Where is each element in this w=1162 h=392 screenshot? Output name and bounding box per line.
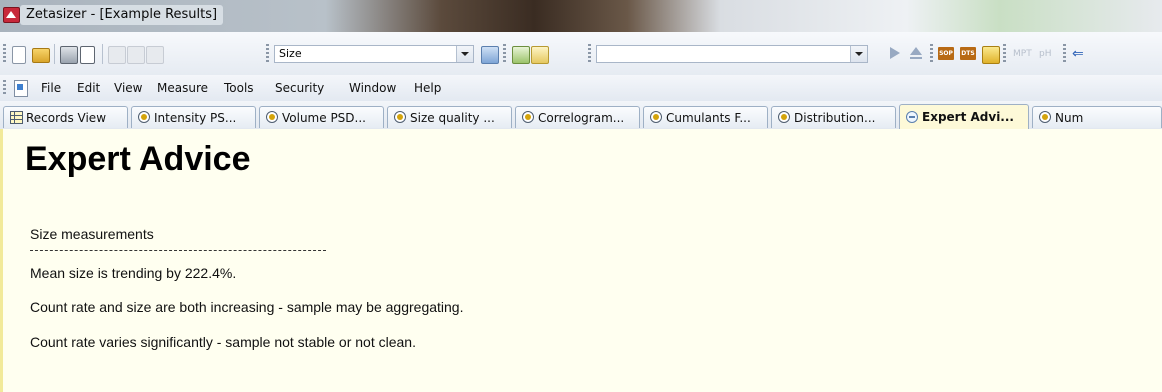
sop-run-icon[interactable] — [512, 46, 530, 64]
divider — [30, 250, 326, 251]
toolbar-grip[interactable] — [3, 44, 6, 62]
tab-label: Volume PSD... — [282, 111, 366, 125]
menu-file[interactable]: File — [41, 79, 61, 97]
tab-volume-psd[interactable]: Volume PSD... — [259, 106, 384, 128]
report-icon — [1039, 111, 1051, 123]
report-icon — [650, 111, 662, 123]
tab-intensity-psd[interactable]: Intensity PS... — [131, 106, 256, 128]
report-icon — [778, 111, 790, 123]
back-arrow-icon[interactable]: ⇐ — [1072, 47, 1084, 61]
open-icon[interactable] — [32, 48, 50, 63]
menu-view[interactable]: View — [114, 79, 142, 97]
advice-message: Count rate and size are both increasing … — [30, 299, 464, 315]
expert-icon — [906, 111, 918, 123]
tab-label: Distribution... — [794, 111, 876, 125]
advice-message: Count rate varies significantly - sample… — [30, 334, 416, 350]
play-icon[interactable] — [890, 47, 900, 59]
results-combo[interactable] — [596, 45, 868, 63]
tab-label: Intensity PS... — [154, 111, 237, 125]
chevron-down-icon[interactable] — [456, 46, 473, 62]
tab-correlogram[interactable]: Correlogram... — [515, 106, 640, 128]
toolbar: Size SOP DTS MPT pH ⇐ — [0, 32, 1162, 76]
report-icon — [266, 111, 278, 123]
measurement-type-combo[interactable]: Size — [274, 45, 474, 63]
tab-label: Cumulants F... — [666, 111, 751, 125]
document-icon[interactable] — [14, 80, 28, 97]
mpt-icon[interactable]: MPT — [1013, 48, 1032, 60]
tab-label: Num — [1055, 111, 1084, 125]
menu-bar: File Edit View Measure Tools Security Wi… — [0, 75, 1162, 102]
tab-records-view[interactable]: Records View — [3, 106, 128, 128]
section-heading: Size measurements — [30, 226, 154, 242]
tab-label: Records View — [26, 111, 107, 125]
window-title: Zetasizer - [Example Results] — [20, 5, 224, 25]
report-icon — [522, 111, 534, 123]
export-icon[interactable] — [982, 46, 1000, 64]
menu-edit[interactable]: Edit — [77, 79, 100, 97]
paste-icon[interactable] — [146, 46, 164, 64]
print-preview-icon[interactable] — [80, 46, 95, 64]
print-icon[interactable] — [60, 46, 78, 64]
mpt-ph-icon[interactable]: pH — [1039, 48, 1051, 60]
tab-number[interactable]: Num — [1032, 106, 1162, 128]
report-icon — [138, 111, 150, 123]
properties-icon[interactable] — [481, 46, 499, 64]
sop-icon[interactable]: SOP — [938, 47, 954, 60]
menu-help[interactable]: Help — [414, 79, 441, 97]
measurement-type-value: Size — [279, 47, 302, 60]
chevron-down-icon[interactable] — [850, 46, 867, 62]
tab-expert-advice[interactable]: Expert Advi... — [899, 104, 1029, 129]
tab-label: Size quality ... — [410, 111, 495, 125]
tab-label: Expert Advi... — [922, 110, 1014, 124]
report-tab-strip: Records View Intensity PS... Volume PSD.… — [0, 101, 1162, 130]
sop-edit-icon[interactable] — [531, 46, 549, 64]
expert-advice-report: Expert Advice Size measurements Mean siz… — [0, 129, 1162, 392]
tab-cumulants-fit[interactable]: Cumulants F... — [643, 106, 768, 128]
dts-icon[interactable]: DTS — [960, 47, 976, 60]
title-bar: Zetasizer - [Example Results] — [0, 0, 1162, 32]
advice-message: Mean size is trending by 222.4%. — [30, 265, 237, 281]
page-title: Expert Advice — [25, 140, 251, 178]
report-icon — [394, 111, 406, 123]
eject-icon[interactable] — [910, 47, 922, 59]
new-icon[interactable] — [12, 46, 26, 64]
zetasizer-app-icon[interactable] — [3, 7, 20, 23]
menu-window[interactable]: Window — [349, 79, 396, 97]
menu-measure[interactable]: Measure — [157, 79, 208, 97]
tab-size-quality[interactable]: Size quality ... — [387, 106, 512, 128]
grid-icon — [10, 111, 23, 124]
menu-tools[interactable]: Tools — [224, 79, 254, 97]
tab-label: Correlogram... — [538, 111, 625, 125]
tab-distribution[interactable]: Distribution... — [771, 106, 896, 128]
cut-icon[interactable] — [108, 46, 126, 64]
copy-icon[interactable] — [127, 46, 145, 64]
menu-security[interactable]: Security — [275, 79, 324, 97]
